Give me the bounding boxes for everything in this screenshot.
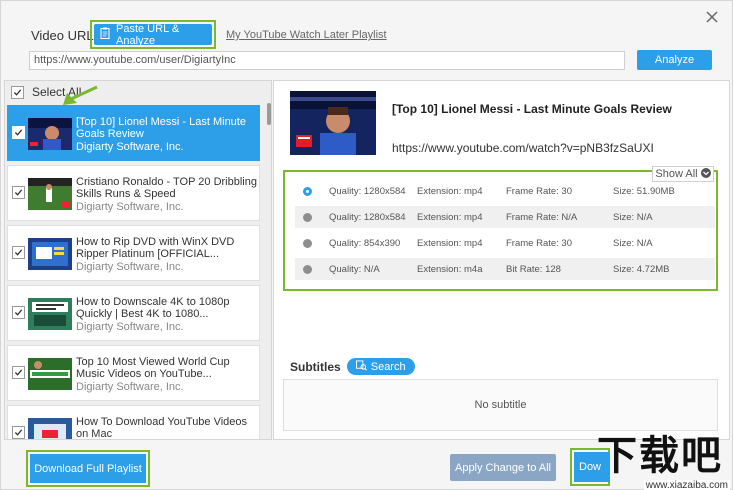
- format-size: Size: N/A: [613, 237, 653, 249]
- video-thumbnail: [28, 238, 72, 270]
- analyze-dialog: Video URL: Paste URL & Analyze My YouTub…: [0, 0, 733, 490]
- video-title: Top 10 Most Viewed World Cup Music Video…: [76, 356, 230, 380]
- playlist-scrollbar[interactable]: [267, 103, 271, 125]
- format-radio[interactable]: [303, 212, 312, 222]
- video-thumbnail: [28, 298, 72, 330]
- video-title: How To Download YouTube Videos on Mac: [76, 416, 248, 440]
- video-detail-title: [Top 10] Lionel Messi - Last Minute Goal…: [392, 102, 672, 116]
- video-channel: Digiarty Software, Inc.: [76, 381, 184, 393]
- format-extension: Extension: mp4: [417, 237, 483, 249]
- format-row[interactable]: Quality: 1280x584 Extension: mp4 Frame R…: [295, 206, 715, 228]
- pointer-arrow-icon: [63, 85, 98, 105]
- playlist-item[interactable]: Top 10 Most Viewed World Cup Music Video…: [7, 345, 260, 401]
- subtitle-search-button[interactable]: Search: [346, 358, 415, 375]
- format-rate: Frame Rate: N/A: [506, 211, 578, 223]
- url-label: Video URL:: [31, 28, 98, 43]
- show-all-label: Show All: [655, 168, 698, 180]
- format-quality: Quality: 1280x584: [329, 211, 406, 223]
- playlist-item[interactable]: [Top 10] Lionel Messi - Last Minute Goal…: [7, 105, 260, 161]
- playlist-item[interactable]: How to Rip DVD with WinX DVD Ripper Plat…: [7, 225, 260, 281]
- format-size: Size: 4.72MB: [613, 263, 670, 275]
- subtitle-list: No subtitle: [283, 379, 718, 431]
- search-button-label: Search: [370, 360, 406, 373]
- no-subtitle-text: No subtitle: [474, 399, 527, 411]
- video-channel: Digiarty Software, Inc.: [76, 321, 184, 333]
- video-channel: Digiarty Software, Inc.: [76, 261, 184, 273]
- item-checkbox[interactable]: [12, 306, 25, 319]
- format-rate: Frame Rate: 30: [506, 185, 572, 197]
- playlist-item[interactable]: How to Downscale 4K to 1080p Quickly | B…: [7, 285, 260, 341]
- apply-change-to-all-button[interactable]: Apply Change to All: [450, 454, 556, 481]
- format-radio[interactable]: [303, 264, 312, 274]
- format-radio[interactable]: [303, 238, 312, 248]
- video-channel: Digiarty Software, Inc.: [76, 141, 184, 153]
- format-row[interactable]: Quality: 1280x584 Extension: mp4 Frame R…: [295, 180, 715, 202]
- format-quality: Quality: 854x390: [329, 237, 401, 249]
- item-checkbox[interactable]: [12, 246, 25, 259]
- video-detail-url: https://www.youtube.com/watch?v=pNB3fzSa…: [392, 141, 654, 155]
- format-extension: Extension: mp4: [417, 211, 483, 223]
- video-thumbnail: [28, 418, 72, 439]
- format-list: Quality: 1280x584 Extension: mp4 Frame R…: [283, 170, 718, 291]
- video-thumbnail: [28, 358, 72, 390]
- format-radio[interactable]: [303, 186, 312, 196]
- format-size: Size: 51.90MB: [613, 185, 675, 197]
- format-extension: Extension: m4a: [417, 263, 483, 275]
- item-checkbox[interactable]: [12, 426, 25, 439]
- video-title: How to Downscale 4K to 1080p Quickly | B…: [76, 296, 230, 320]
- format-rate: Bit Rate: 128: [506, 263, 561, 275]
- url-input[interactable]: https://www.youtube.com/user/DigiartyInc: [29, 51, 625, 70]
- format-size: Size: N/A: [613, 211, 653, 223]
- video-thumbnail: [28, 118, 72, 150]
- video-title: How to Rip DVD with WinX DVD Ripper Plat…: [76, 236, 235, 260]
- format-rate: Frame Rate: 30: [506, 237, 572, 249]
- format-row[interactable]: Quality: N/A Extension: m4a Bit Rate: 12…: [295, 258, 715, 280]
- playlist-item[interactable]: How To Download YouTube Videos on Mac: [7, 405, 260, 440]
- format-quality: Quality: N/A: [329, 263, 380, 275]
- item-checkbox[interactable]: [12, 366, 25, 379]
- format-extension: Extension: mp4: [417, 185, 483, 197]
- paste-url-analyze-button[interactable]: Paste URL & Analyze: [94, 22, 212, 47]
- video-detail-panel: [Top 10] Lionel Messi - Last Minute Goal…: [273, 80, 730, 440]
- paste-button-label: Paste URL & Analyze: [116, 22, 180, 47]
- video-title: [Top 10] Lionel Messi - Last Minute Goal…: [76, 116, 246, 140]
- subtitles-row: Subtitles Search: [290, 358, 415, 375]
- watermark-url: www.xiazaiba.com: [643, 480, 730, 490]
- site-watermark: 下载吧 www.xiazaiba.com: [597, 434, 733, 490]
- video-preview-thumbnail: [290, 91, 376, 155]
- clipboard-icon: [100, 27, 110, 42]
- subtitles-label: Subtitles: [290, 359, 341, 374]
- video-title: Cristiano Ronaldo - TOP 20 Dribbling Ski…: [76, 176, 257, 200]
- analyze-button[interactable]: Analyze: [637, 50, 712, 70]
- item-checkbox[interactable]: [12, 126, 25, 139]
- search-icon: [355, 359, 367, 374]
- playlist-panel: Select All [Top 10] Lionel Messi - Last …: [4, 80, 272, 440]
- show-all-dropdown[interactable]: Show All: [652, 166, 714, 182]
- chevron-down-icon: [700, 167, 711, 181]
- video-channel: Digiarty Software, Inc.: [76, 201, 184, 213]
- item-checkbox[interactable]: [12, 186, 25, 199]
- playlist-item[interactable]: Cristiano Ronaldo - TOP 20 Dribbling Ski…: [7, 165, 260, 221]
- select-all-checkbox[interactable]: [11, 85, 24, 99]
- close-icon[interactable]: [704, 9, 720, 25]
- watch-later-link[interactable]: My YouTube Watch Later Playlist: [226, 29, 387, 41]
- watermark-logo: 下载吧: [597, 433, 723, 479]
- video-thumbnail: [28, 178, 72, 210]
- format-row[interactable]: Quality: 854x390 Extension: mp4 Frame Ra…: [295, 232, 715, 254]
- format-quality: Quality: 1280x584: [329, 185, 406, 197]
- download-full-playlist-button[interactable]: Download Full Playlist: [30, 454, 146, 483]
